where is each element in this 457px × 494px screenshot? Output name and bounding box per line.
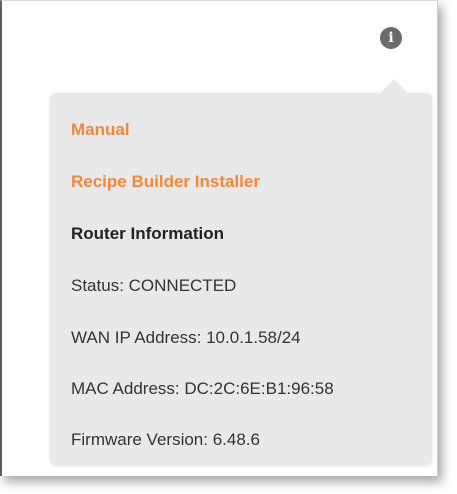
popover-arrow: [380, 79, 408, 93]
recipe-builder-installer-link[interactable]: Recipe Builder Installer: [71, 172, 260, 192]
window-frame: i Manual Recipe Builder Installer Router…: [0, 0, 438, 476]
info-icon[interactable]: i: [380, 27, 402, 49]
status-text: Status: CONNECTED: [71, 276, 237, 295]
manual-link[interactable]: Manual: [71, 120, 130, 140]
wan-ip-text: WAN IP Address: 10.0.1.58/24: [71, 328, 301, 347]
mac-address-text: MAC Address: DC:2C:6E:B1:96:58: [71, 379, 334, 398]
router-information-heading: Router Information: [71, 224, 224, 243]
firmware-version-text: Firmware Version: 6.48.6: [71, 430, 260, 449]
router-info-popover: Manual Recipe Builder Installer Router I…: [50, 79, 432, 465]
